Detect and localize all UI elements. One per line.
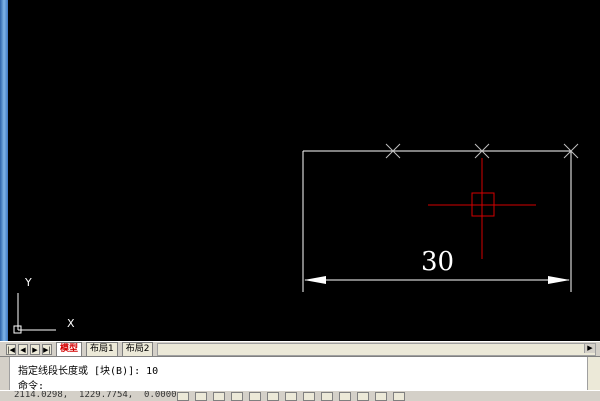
command-window[interactable]: 指定线段长度或 [块(B)]: 10 命令: bbox=[0, 356, 600, 392]
window-frame-left bbox=[0, 0, 8, 341]
model-space-canvas[interactable]: 30 Y X bbox=[8, 0, 600, 341]
ucs-x-label: X bbox=[67, 317, 75, 330]
dimension-arrow-left bbox=[304, 276, 326, 284]
ucs-icon bbox=[13, 293, 56, 334]
first-tab-button[interactable]: |◀ bbox=[6, 343, 16, 355]
tab-layout2[interactable]: 布局2 bbox=[121, 342, 154, 356]
status-bar: 2114.0298, 1229.7754, 0.0000 bbox=[0, 390, 600, 401]
prev-tab-button[interactable]: ◀ bbox=[18, 343, 28, 355]
command-scrollbar[interactable] bbox=[587, 357, 600, 391]
command-window-grip[interactable] bbox=[0, 357, 10, 391]
tab-layout1[interactable]: 布局1 bbox=[86, 342, 118, 356]
coordinate-readout: 2114.0298, 1229.7754, 0.0000 bbox=[14, 390, 177, 400]
command-history-line: 指定线段长度或 [块(B)]: 10 bbox=[18, 366, 159, 377]
horizontal-scrollbar[interactable]: ▶ bbox=[157, 342, 596, 356]
ucs-y-label: Y bbox=[25, 276, 32, 289]
scroll-right-icon[interactable]: ▶ bbox=[584, 343, 595, 353]
tab-model[interactable]: 模型 bbox=[56, 342, 83, 356]
dimension-text: 30 bbox=[421, 247, 455, 277]
dimension-arrow-right bbox=[548, 276, 570, 284]
layout-tab-bar: |◀ ◀ ▶ ▶| 模型 布局1 布局2 ▶ bbox=[0, 341, 600, 356]
last-tab-button[interactable]: ▶| bbox=[42, 343, 52, 355]
next-tab-button[interactable]: ▶ bbox=[30, 343, 40, 355]
crosshair-cursor-icon bbox=[428, 158, 536, 259]
